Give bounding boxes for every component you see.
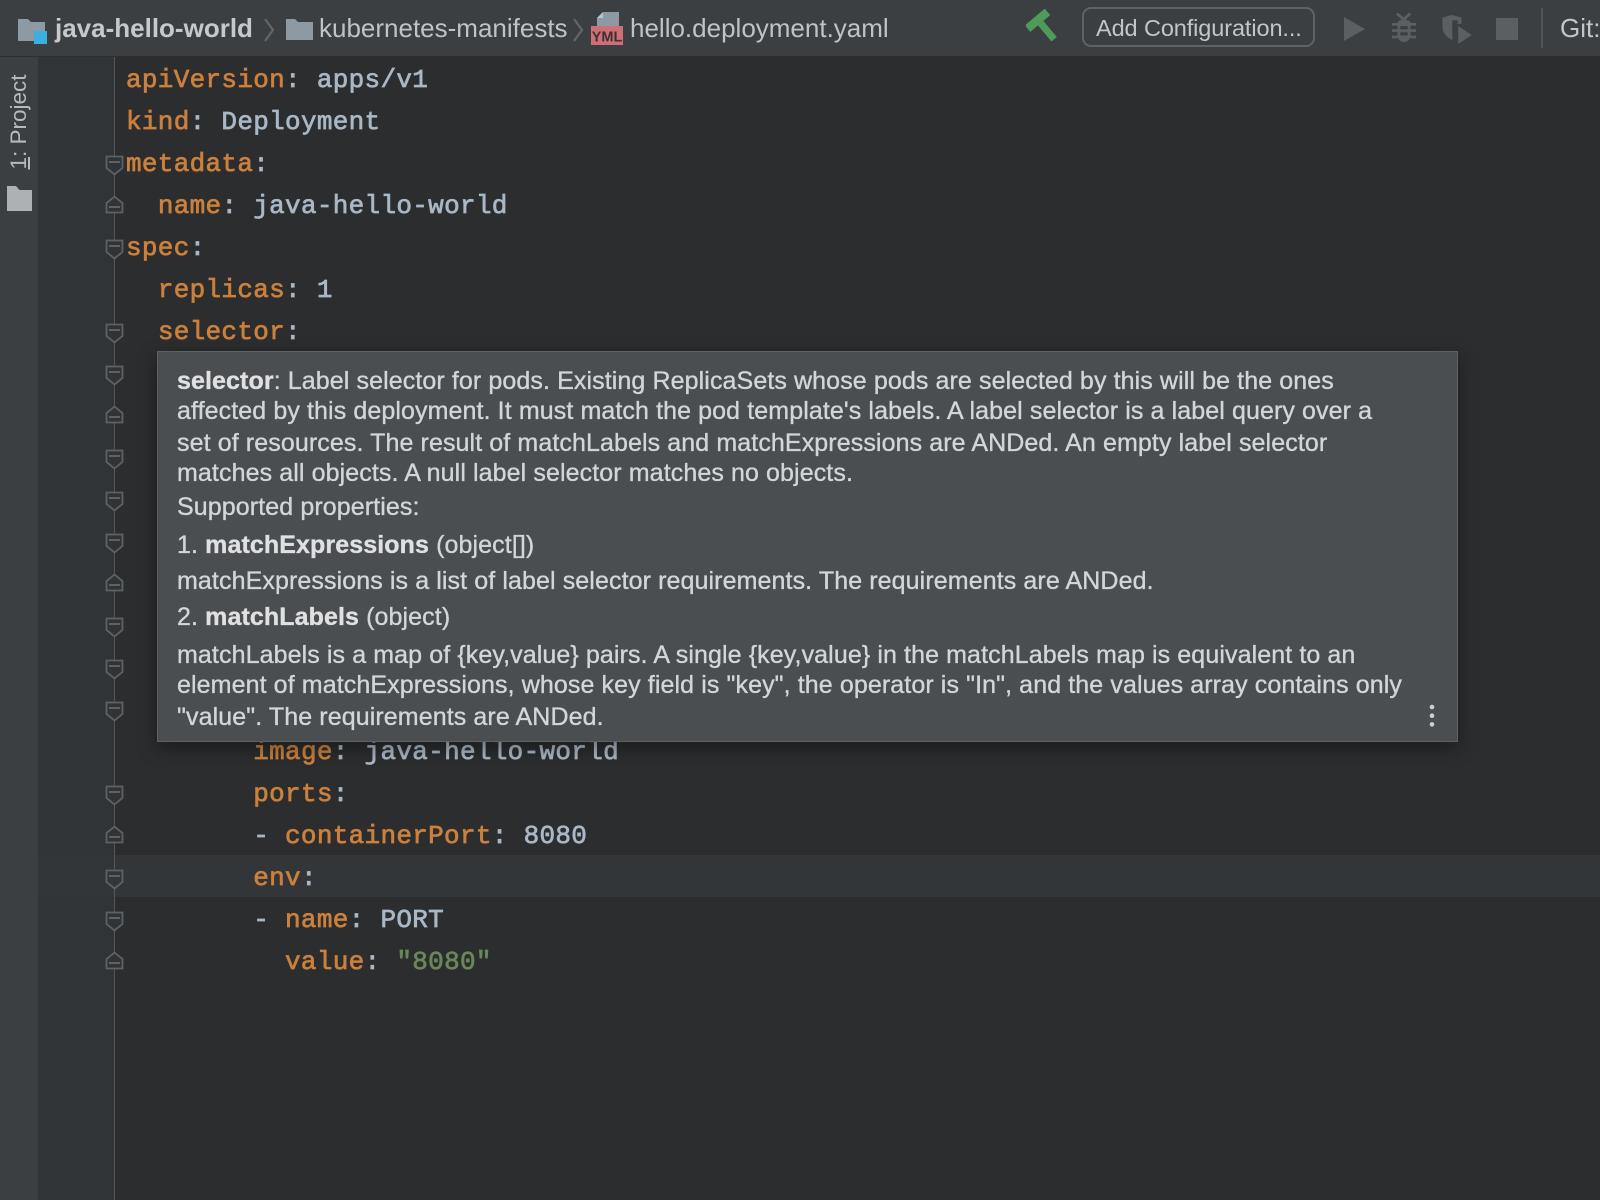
svg-text:YML: YML <box>592 30 623 46</box>
